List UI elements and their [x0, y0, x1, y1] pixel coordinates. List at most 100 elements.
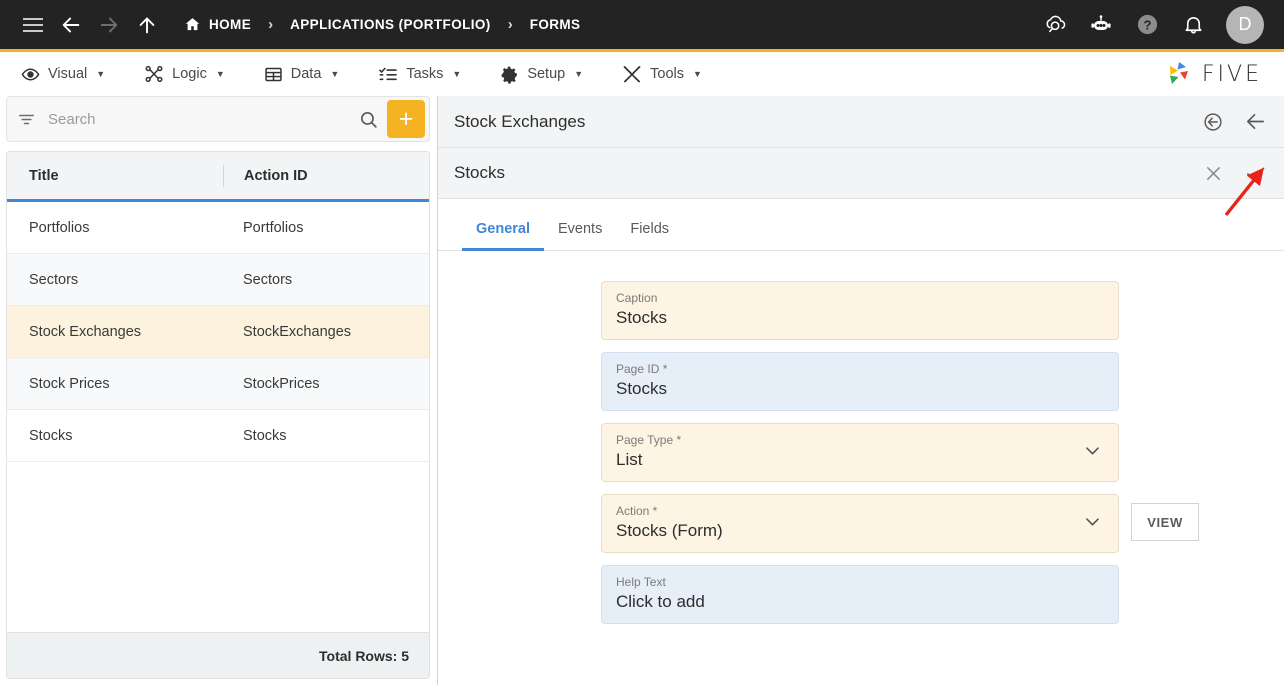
cell-title: Stock Exchanges — [29, 323, 142, 340]
field-caption[interactable]: Caption Stocks — [601, 281, 1119, 340]
form-row-caption: Caption Stocks — [438, 281, 1284, 340]
notifications-icon[interactable] — [1172, 0, 1214, 51]
column-header-title[interactable]: Title — [7, 168, 223, 184]
field-label-page-type: Page Type * — [616, 433, 682, 447]
form-row-page-id: Page ID * Stocks — [438, 352, 1284, 411]
field-value-page-id: Stocks — [616, 379, 668, 398]
field-label-action: Action * — [616, 504, 658, 518]
svg-text:?: ? — [1143, 17, 1151, 32]
menu-label-setup: Setup — [527, 66, 566, 82]
breadcrumb: HOME › APPLICATIONS (PORTFOLIO) › FORMS — [184, 16, 580, 33]
user-avatar[interactable]: D — [1226, 5, 1264, 44]
field-page-type[interactable]: Page Type * List — [601, 423, 1119, 482]
top-bar-actions: ? D — [1034, 0, 1284, 51]
field-value-help-text: Click to add — [616, 592, 705, 611]
menu-label-data: Data — [290, 66, 322, 82]
chevron-down-icon[interactable] — [1083, 512, 1102, 536]
cell-action-id: Sectors — [243, 271, 293, 288]
field-value-caption: Stocks — [616, 308, 668, 327]
back-arrow-icon[interactable] — [52, 0, 90, 51]
form-fields-area: Caption Stocks Page ID * Stocks Page Typ… — [438, 251, 1284, 685]
menu-item-tools[interactable]: Tools ▼ — [613, 52, 711, 96]
tab-fields[interactable]: Fields — [616, 221, 683, 250]
add-form-button[interactable]: + — [387, 100, 425, 138]
table-empty-space — [7, 462, 429, 632]
chevron-down-icon: ▼ — [574, 69, 584, 79]
cell-action-id: StockExchanges — [243, 323, 352, 340]
help-icon[interactable]: ? — [1126, 0, 1168, 51]
form-row-action: Action * Stocks (Form) VIEW — [438, 494, 1284, 553]
breadcrumb-label-home: HOME — [209, 17, 252, 32]
detail-panel-actions — [1198, 107, 1270, 137]
cloud-search-icon[interactable] — [1034, 0, 1076, 51]
top-navigation-bar: HOME › APPLICATIONS (PORTFOLIO) › FORMS … — [0, 0, 1284, 52]
field-page-id[interactable]: Page ID * Stocks — [601, 352, 1119, 411]
form-row-help-text: Help Text Click to add — [438, 565, 1284, 624]
hamburger-menu-icon[interactable] — [14, 0, 52, 51]
menu-item-logic[interactable]: Logic ▼ — [135, 52, 234, 96]
record-actions — [1198, 158, 1270, 188]
forms-list-panel: + Title Action ID Portfolios Portfolios … — [6, 96, 430, 679]
forward-arrow-icon[interactable] — [90, 0, 128, 51]
table-footer-total-rows: Total Rows: 5 — [7, 632, 429, 678]
tab-events[interactable]: Events — [544, 221, 616, 250]
record-title: Stocks — [454, 163, 506, 182]
table-row[interactable]: Stock Prices StockPrices — [7, 358, 429, 410]
menu-item-data[interactable]: Data ▼ — [255, 52, 349, 96]
chevron-down-icon: ▼ — [452, 69, 462, 79]
cancel-x-icon[interactable] — [1198, 158, 1228, 188]
checklist-icon — [379, 67, 398, 81]
nodes-icon — [145, 65, 163, 83]
form-row-page-type: Page Type * List — [438, 423, 1284, 482]
breadcrumb-item-applications[interactable]: APPLICATIONS (PORTFOLIO) — [290, 17, 491, 32]
chevron-down-icon: ▼ — [330, 69, 340, 79]
page-title: Stock Exchanges — [454, 111, 586, 131]
menu-item-setup[interactable]: Setup ▼ — [491, 52, 592, 96]
tab-bar: General Events Fields — [438, 199, 1284, 251]
cell-title: Stock Prices — [29, 375, 110, 392]
chatbot-icon[interactable] — [1080, 0, 1122, 51]
five-pinwheel-icon — [1169, 62, 1188, 84]
menu-label-logic: Logic — [172, 66, 207, 82]
application-window: HOME › APPLICATIONS (PORTFOLIO) › FORMS … — [0, 0, 1284, 685]
search-input[interactable] — [36, 110, 358, 128]
up-arrow-icon[interactable] — [128, 0, 166, 51]
tools-icon — [623, 66, 641, 83]
cell-title: Sectors — [29, 271, 79, 288]
chevron-down-icon[interactable] — [1083, 441, 1102, 465]
menu-item-tasks[interactable]: Tasks ▼ — [369, 52, 470, 96]
cell-action-id: StockPrices — [243, 375, 320, 392]
field-action[interactable]: Action * Stocks (Form) — [601, 494, 1119, 553]
top-nav-controls — [0, 0, 166, 49]
field-value-page-type: List — [616, 450, 643, 469]
field-value-action: Stocks (Form) — [616, 521, 723, 540]
table-row[interactable]: Stocks Stocks — [7, 410, 429, 462]
table-row[interactable]: Sectors Sectors — [7, 254, 429, 306]
column-header-action-id[interactable]: Action ID — [223, 164, 429, 187]
field-label-caption: Caption — [616, 291, 658, 305]
field-label-help-text: Help Text — [616, 575, 666, 589]
forms-table: Title Action ID Portfolios Portfolios Se… — [6, 151, 430, 679]
save-checkmark-icon[interactable] — [1240, 158, 1270, 188]
menu-label-visual: Visual — [48, 66, 88, 82]
revert-icon[interactable] — [1198, 107, 1228, 137]
search-icon[interactable] — [358, 109, 379, 130]
gear-icon — [501, 66, 518, 84]
close-detail-panel-icon[interactable] — [1240, 107, 1270, 137]
table-row-selected[interactable]: Stock Exchanges StockExchanges — [7, 306, 429, 358]
chevron-down-icon: ▼ — [96, 69, 106, 79]
breadcrumb-item-home[interactable]: HOME — [184, 16, 251, 33]
filter-icon — [19, 114, 34, 124]
brand-name: FIVE — [1201, 61, 1262, 87]
home-icon — [185, 18, 200, 31]
tab-general[interactable]: General — [462, 221, 544, 251]
table-row[interactable]: Portfolios Portfolios — [7, 202, 429, 254]
field-help-text[interactable]: Help Text Click to add — [601, 565, 1119, 624]
chevron-down-icon: ▼ — [215, 69, 225, 79]
main-menu-bar: Visual ▼ Logic ▼ Data ▼ Tasks ▼ Setup ▼ … — [0, 52, 1284, 96]
breadcrumb-item-forms[interactable]: FORMS — [530, 17, 581, 32]
menu-item-visual[interactable]: Visual ▼ — [12, 52, 114, 96]
cell-title: Portfolios — [29, 219, 90, 236]
view-button[interactable]: VIEW — [1131, 503, 1199, 541]
cell-title: Stocks — [29, 427, 73, 444]
